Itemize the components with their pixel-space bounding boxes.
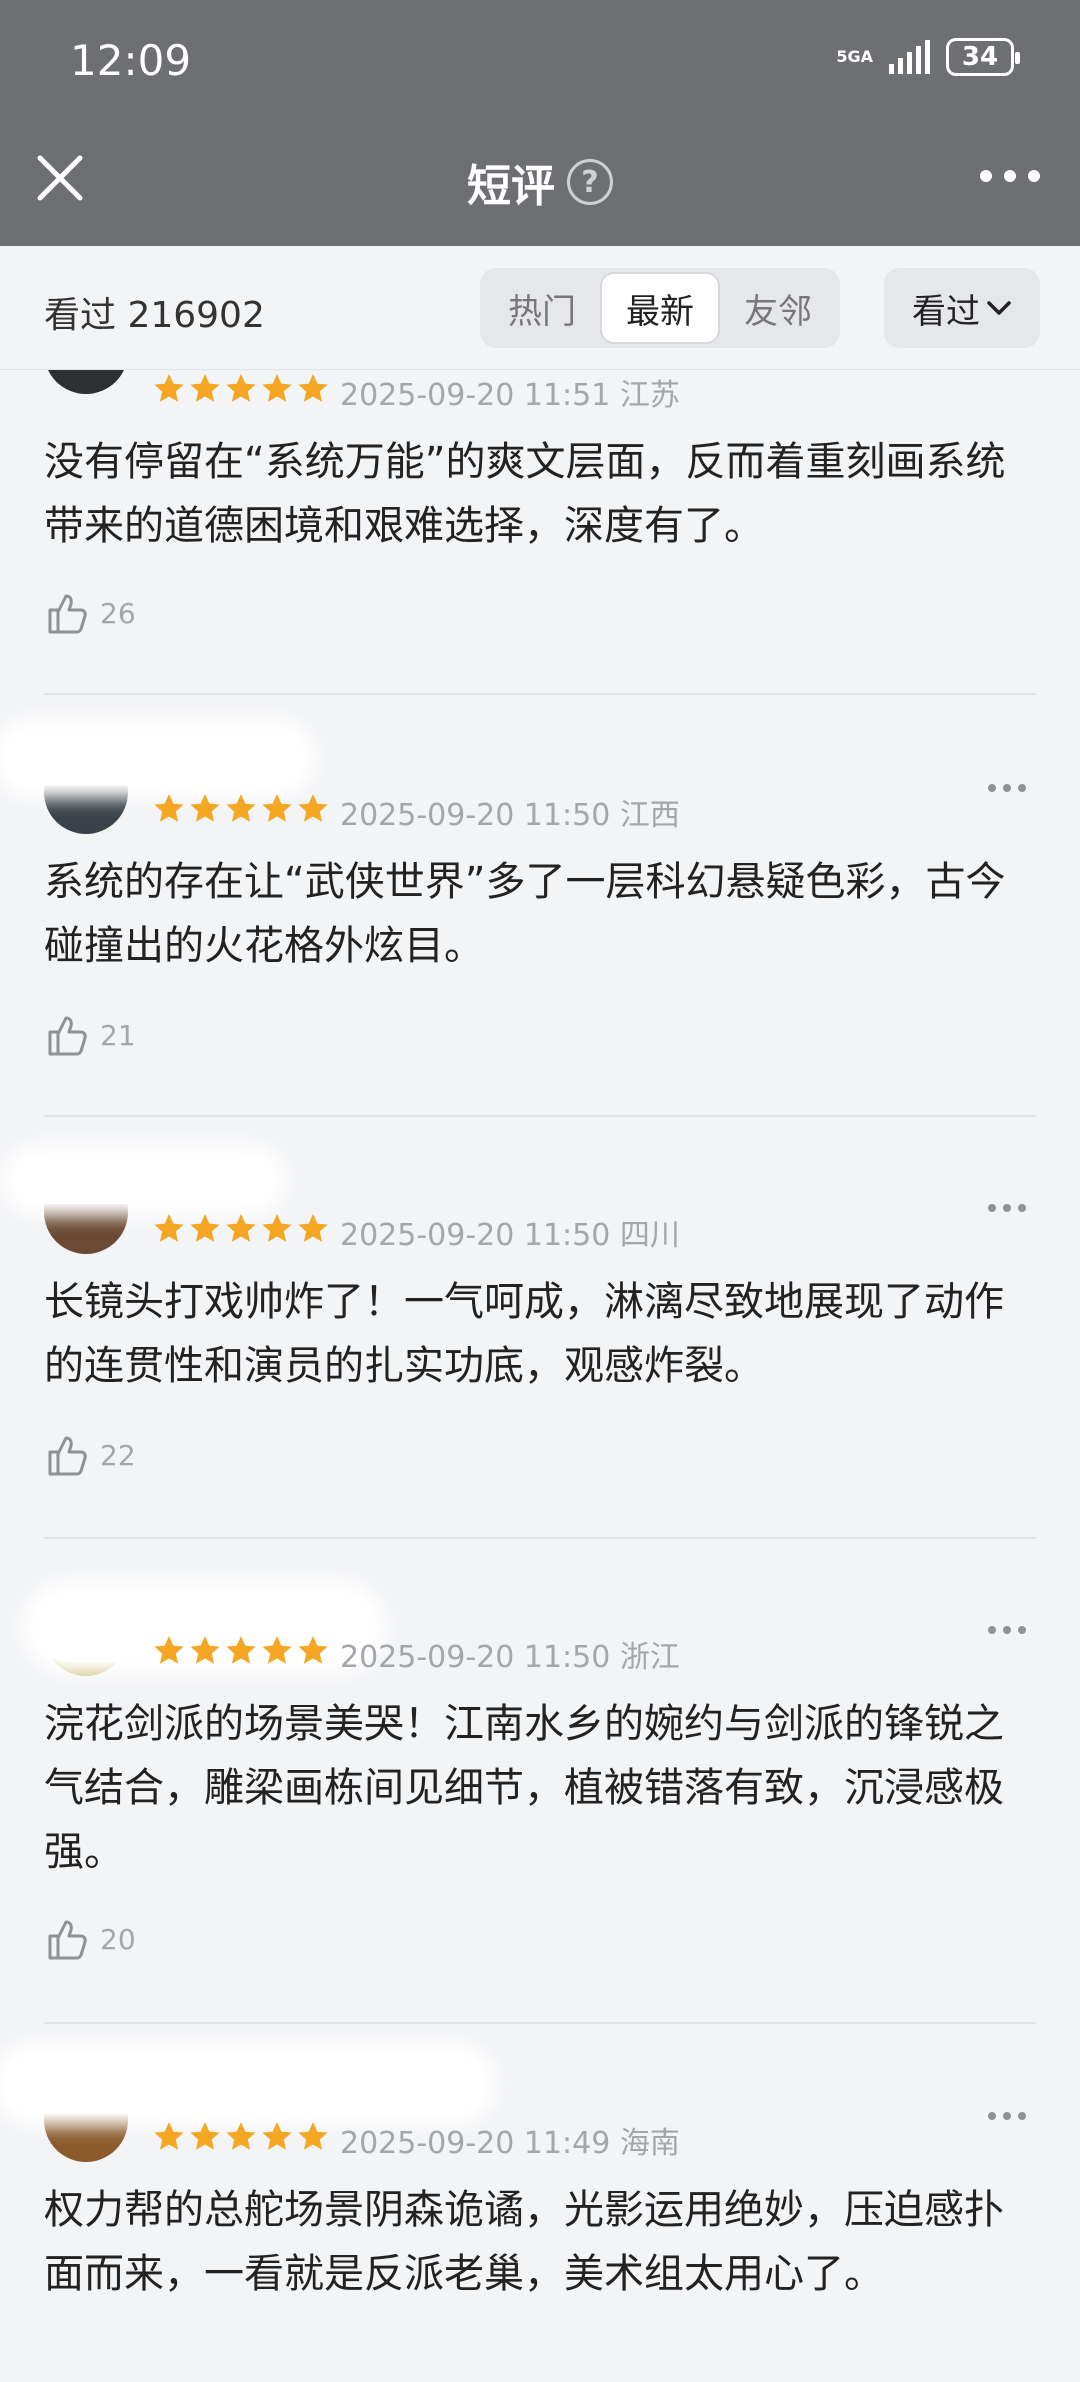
- avatar[interactable]: [44, 370, 128, 394]
- like-button[interactable]: 26: [44, 590, 136, 636]
- page-title: 短评: [467, 161, 555, 212]
- status-indicators: 5GA 34: [836, 38, 1020, 76]
- star-icon: [226, 1214, 256, 1242]
- review-content: 长镜头打戏帅炸了！一气呵成，淋漓尽致地展现了动作的连贯性和演员的扎实功底，观感炸…: [44, 1279, 1004, 1389]
- review-item: 2025-09-20 11:49 海南 权力帮的总舵场景阴森诡谲，光影运用绝妙，…: [4, 2054, 1036, 2382]
- rating-stars: [152, 372, 330, 406]
- thumbs-up-icon: [48, 594, 87, 634]
- help-icon[interactable]: ?: [567, 159, 613, 205]
- star-icon: [226, 794, 256, 822]
- star-icon: [298, 374, 328, 402]
- star-icon: [154, 2122, 184, 2150]
- review-item: 2025-09-20 11:50 四川 长镜头打戏帅炸了！一气呵成，淋漓尽致地展…: [14, 1156, 1036, 1530]
- status-time: 12:09: [70, 36, 192, 85]
- rating-stars: [152, 792, 330, 826]
- star-icon: [298, 1214, 328, 1242]
- review-content: 浣花剑派的场景美哭！江南水乡的婉约与剑派的锋锐之气结合，雕梁画栋间见细节，植被错…: [44, 1701, 1004, 1875]
- star-icon: [226, 1636, 256, 1664]
- star-icon: [190, 794, 220, 822]
- thumbs-up-icon: [48, 1436, 87, 1476]
- star-icon: [298, 2122, 328, 2150]
- status-bar: 12:09 5GA 34: [0, 0, 1080, 120]
- signal-icon: [889, 40, 930, 74]
- battery-icon: 34: [946, 38, 1020, 76]
- thumbs-up-icon: [48, 1920, 87, 1960]
- star-icon: [190, 1636, 220, 1664]
- star-icon: [190, 2122, 220, 2150]
- review-content: 系统的存在让“武侠世界”多了一层科幻悬疑色彩，古今碰撞出的火花格外炫目。: [44, 859, 1006, 969]
- star-icon: [190, 1214, 220, 1242]
- thumbs-up-icon: [48, 1016, 87, 1056]
- like-count: 22: [100, 1438, 136, 1472]
- divider: [44, 693, 1036, 695]
- dropdown-label: 看过: [912, 291, 980, 332]
- review-meta: 2025-09-20 11:49 海南: [340, 2126, 680, 2161]
- like-count: 26: [100, 596, 136, 630]
- like-count: 20: [100, 1922, 136, 1956]
- star-icon: [154, 374, 184, 402]
- like-button[interactable]: 22: [44, 1432, 136, 1478]
- rating-stars: [152, 2120, 330, 2154]
- divider: [44, 2022, 1036, 2024]
- tab-friends[interactable]: 友邻: [720, 272, 836, 344]
- review-more-button[interactable]: [988, 784, 1026, 792]
- review-more-button[interactable]: [988, 2112, 1026, 2120]
- title-bar: 短评 ?: [0, 120, 1080, 246]
- review-list: 2025-09-20 11:51 江苏 没有停留在“系统万能”的爽文层面，反而着…: [0, 370, 1080, 2382]
- review-item: 2025-09-20 11:50 浙江 浣花剑派的场景美哭！江南水乡的婉约与剑派…: [34, 1592, 1036, 2012]
- rating-stars: [152, 1634, 330, 1668]
- sort-tabs: 热门 最新 友邻: [480, 268, 840, 348]
- network-type: 5GA: [836, 47, 873, 66]
- star-icon: [154, 1214, 184, 1242]
- review-meta: 2025-09-20 11:51 江苏: [340, 378, 680, 413]
- star-icon: [262, 1636, 292, 1664]
- star-icon: [226, 374, 256, 402]
- star-icon: [262, 2122, 292, 2150]
- tab-latest[interactable]: 最新: [600, 272, 720, 344]
- more-options-button[interactable]: [980, 170, 1040, 182]
- star-icon: [262, 1214, 292, 1242]
- star-icon: [298, 1636, 328, 1664]
- review-more-button[interactable]: [988, 1626, 1026, 1634]
- like-count: 21: [100, 1018, 136, 1052]
- chevron-down-icon: [987, 301, 1011, 315]
- review-item: 2025-09-20 11:51 江苏 没有停留在“系统万能”的爽文层面，反而着…: [44, 370, 1036, 640]
- star-icon: [298, 794, 328, 822]
- review-more-button[interactable]: [988, 1204, 1026, 1212]
- star-icon: [262, 794, 292, 822]
- review-item: 2025-09-20 11:50 江西 系统的存在让“武侠世界”多了一层科幻悬疑…: [4, 730, 1036, 1110]
- like-button[interactable]: 20: [44, 1916, 136, 1962]
- rating-stars: [152, 1212, 330, 1246]
- star-icon: [226, 2122, 256, 2150]
- seen-count: 看过 216902: [44, 295, 265, 336]
- star-icon: [262, 374, 292, 402]
- review-content: 权力帮的总舵场景阴森诡谲，光影运用绝妙，压迫感扑面而来，一看就是反派老巢，美术组…: [44, 2187, 1004, 2297]
- review-content: 没有停留在“系统万能”的爽文层面，反而着重刻画系统带来的道德困境和艰难选择，深度…: [44, 439, 1006, 549]
- review-meta: 2025-09-20 11:50 四川: [340, 1218, 680, 1253]
- tab-hot[interactable]: 热门: [484, 272, 600, 344]
- star-icon: [190, 374, 220, 402]
- review-meta: 2025-09-20 11:50 江西: [340, 798, 680, 833]
- watched-filter-dropdown[interactable]: 看过: [884, 268, 1040, 348]
- divider: [44, 1115, 1036, 1117]
- filter-bar: 看过 216902 热门 最新 友邻 看过: [0, 246, 1080, 370]
- like-button[interactable]: 21: [44, 1012, 136, 1058]
- divider: [44, 1537, 1036, 1539]
- review-meta: 2025-09-20 11:50 浙江: [340, 1640, 680, 1675]
- star-icon: [154, 794, 184, 822]
- star-icon: [154, 1636, 184, 1664]
